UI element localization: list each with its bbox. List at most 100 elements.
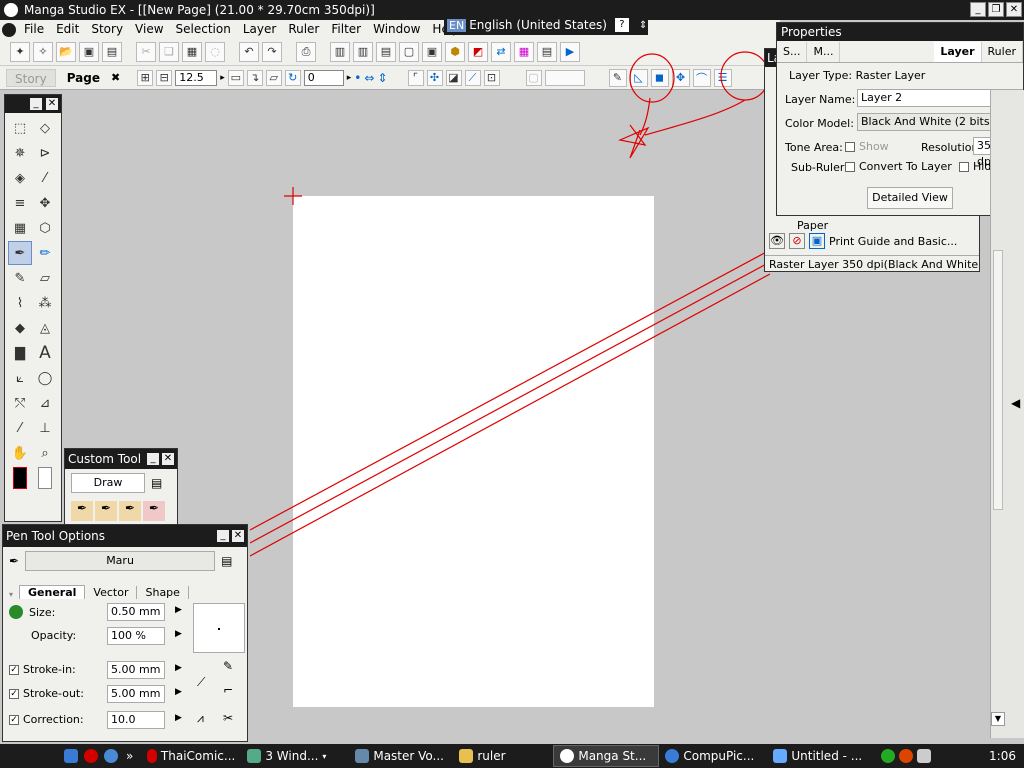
layers-icon[interactable]: ◈: [8, 166, 32, 190]
pencil-icon[interactable]: ✎: [8, 266, 32, 290]
pen-option-icon-5[interactable]: ✂: [223, 711, 233, 725]
correction-arrow-icon[interactable]: ▶: [175, 713, 182, 723]
volume-icon[interactable]: [917, 749, 932, 763]
tab-shape[interactable]: Shape: [137, 586, 189, 599]
stroke-out-arrow-icon[interactable]: ▶: [175, 687, 182, 697]
custom-tool-dropdown[interactable]: Draw: [71, 473, 145, 493]
text-icon[interactable]: A: [33, 341, 57, 365]
prop-tab-s[interactable]: S...: [777, 41, 808, 62]
frame-icon[interactable]: ⊿: [33, 391, 57, 415]
grid-icon[interactable]: ▦: [8, 216, 32, 240]
opacity-arrow-icon[interactable]: ▶: [175, 629, 182, 639]
brush-icon[interactable]: ⌇: [8, 291, 32, 315]
correction-checkbox[interactable]: ✓: [9, 714, 19, 725]
more-icon[interactable]: »: [126, 749, 133, 763]
pen-minimize[interactable]: _: [217, 530, 229, 542]
pen-option-icon-4[interactable]: ⩘: [197, 711, 204, 726]
firefox-icon[interactable]: [104, 749, 118, 763]
stamp-icon[interactable]: ⊥: [33, 416, 57, 440]
ie-icon[interactable]: [64, 749, 78, 763]
polyline-icon[interactable]: ⟀: [8, 366, 32, 390]
opacity-input[interactable]: 100 %: [107, 627, 165, 645]
tab-general[interactable]: General: [19, 585, 86, 599]
custom-menu-icon[interactable]: ▤: [151, 476, 162, 490]
task-thaicomic[interactable]: ThaiComic...: [141, 745, 241, 767]
size-input[interactable]: 0.50 mm: [107, 603, 165, 621]
stroke-in-input[interactable]: 5.00 mm: [107, 661, 165, 679]
hand-icon[interactable]: ✋: [8, 441, 32, 465]
properties-title: Properties: [777, 23, 1023, 41]
eraser-icon[interactable]: ▱: [33, 266, 57, 290]
layer-visibility-icon[interactable]: 👁: [769, 233, 785, 249]
fill-icon[interactable]: ◆: [8, 316, 32, 340]
convert-checkbox[interactable]: [845, 161, 855, 172]
pen-icon[interactable]: ✒: [8, 241, 32, 265]
background-color-icon[interactable]: [33, 466, 57, 490]
stroke-out-checkbox[interactable]: ✓: [9, 688, 19, 699]
tab-vector[interactable]: Vector: [85, 586, 138, 599]
zoom-icon[interactable]: ⌕: [33, 441, 57, 465]
custom-pen-4-icon[interactable]: ✒: [143, 501, 165, 521]
layer-type-icon: ▣: [809, 233, 825, 249]
move-icon[interactable]: ✥: [33, 191, 57, 215]
ellipse-icon[interactable]: ◯: [33, 366, 57, 390]
pen-option-icon-2[interactable]: ⟋: [197, 675, 205, 690]
task-windows[interactable]: 3 Wind... ▾: [241, 745, 349, 767]
gradient-icon[interactable]: ▇: [8, 341, 32, 365]
custom-pen-3-icon[interactable]: ✒: [119, 501, 141, 521]
cube-icon[interactable]: ⬡: [33, 216, 57, 240]
layer-select-icon[interactable]: ⊳: [33, 141, 57, 165]
toolbox-minimize[interactable]: _: [30, 98, 42, 110]
task-untitled[interactable]: Untitled - ...: [767, 745, 877, 767]
custom-close[interactable]: ✕: [162, 453, 174, 465]
stroke-in-arrow-icon[interactable]: ▶: [175, 663, 182, 673]
custom-pen-2-icon[interactable]: ✒: [95, 501, 117, 521]
pen-close[interactable]: ✕: [232, 530, 244, 542]
correction-pen-icon[interactable]: ⁄: [8, 416, 32, 440]
prop-tab-m[interactable]: M...: [807, 41, 841, 62]
size-arrow-icon[interactable]: ▶: [175, 605, 182, 615]
stroke-in-checkbox[interactable]: ✓: [9, 664, 19, 675]
vector-icon[interactable]: ⤲: [8, 391, 32, 415]
eyedropper-icon[interactable]: ⁄: [33, 166, 57, 190]
annotation-arrow-2: [644, 99, 746, 136]
foreground-color-icon[interactable]: [8, 466, 32, 490]
correction-input[interactable]: 10.0: [107, 711, 165, 729]
task-compupic[interactable]: CompuPic...: [659, 745, 767, 767]
airbrush-icon[interactable]: ⁂: [33, 291, 57, 315]
ruler-tool-icon[interactable]: ≡: [8, 191, 32, 215]
toolbox-close[interactable]: ✕: [46, 98, 58, 110]
pattern-fill-icon[interactable]: ◬: [33, 316, 57, 340]
pen-option-icon-1[interactable]: ✎: [223, 659, 233, 673]
task-ruler[interactable]: ruler: [453, 745, 553, 767]
layer-lock-icon[interactable]: ⊘: [789, 233, 805, 249]
prop-tab-ruler[interactable]: Ruler: [982, 41, 1023, 62]
marker-icon[interactable]: ✏: [33, 241, 57, 265]
pen-menu-icon[interactable]: ▤: [221, 554, 232, 568]
stroke-out-input[interactable]: 5.00 mm: [107, 685, 165, 703]
detailed-view-button[interactable]: Detailed View: [867, 187, 953, 209]
pen-option-icon-3[interactable]: ⌐: [223, 683, 233, 697]
custom-minimize[interactable]: _: [147, 453, 159, 465]
size-status-icon: [9, 605, 23, 619]
panel-toggle-icon[interactable]: ◀: [1011, 396, 1020, 410]
lasso-icon[interactable]: ◇: [33, 116, 57, 140]
task-manga-studio[interactable]: Manga St...: [553, 745, 660, 767]
scroll-down-icon[interactable]: ▼: [991, 712, 1005, 726]
hide-checkbox[interactable]: [959, 161, 969, 172]
collapse-icon[interactable]: ▾: [9, 590, 13, 599]
rect-select-icon[interactable]: ⬚: [8, 116, 32, 140]
tray-icon-2[interactable]: [899, 749, 914, 763]
show-checkbox[interactable]: [845, 141, 855, 152]
task-master-vo[interactable]: Master Vo...: [349, 745, 453, 767]
tone-area-label: Tone Area:: [785, 141, 843, 154]
layer-row-label[interactable]: Print Guide and Basic...: [829, 235, 957, 248]
custom-pen-1-icon[interactable]: ✒: [71, 501, 93, 521]
ruler-line-3: [249, 273, 771, 557]
tray-icon-1[interactable]: [881, 749, 896, 763]
prop-tab-layer[interactable]: Layer: [934, 41, 982, 62]
opera-icon[interactable]: [84, 749, 98, 763]
magic-wand-icon[interactable]: ✵: [8, 141, 32, 165]
scrollbar-thumb[interactable]: [993, 250, 1003, 510]
pen-preset[interactable]: Maru: [25, 551, 216, 571]
